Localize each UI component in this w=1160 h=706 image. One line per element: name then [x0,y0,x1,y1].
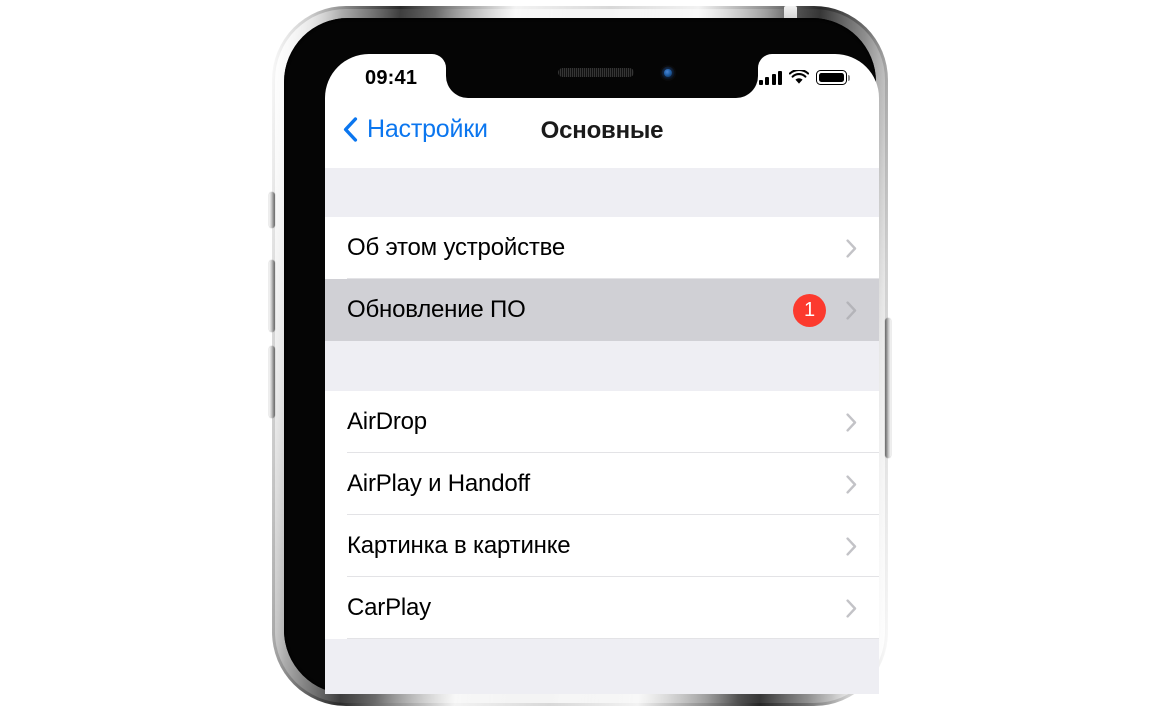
settings-list: Об этом устройстве Обновление ПО 1 AirDr… [325,168,879,694]
chevron-right-icon [846,598,857,618]
row-picture-in-picture[interactable]: Картинка в картинке [325,515,879,577]
battery-icon [816,70,850,85]
display-notch [446,54,758,98]
row-about-device[interactable]: Об этом устройстве [325,217,879,279]
row-accessories [846,238,857,258]
status-bar-indicators [758,70,850,85]
mute-switch[interactable] [269,192,275,228]
row-accessories [846,412,857,432]
chevron-right-icon [846,238,857,258]
row-carplay[interactable]: CarPlay [325,577,879,639]
volume-down-button[interactable] [269,346,275,418]
row-label: CarPlay [347,594,431,621]
row-accessories [846,536,857,556]
wifi-icon [789,70,809,84]
device-screen: 09:41 Настройки Основные Об этом устройс… [325,54,879,694]
screenshot-canvas: 09:41 Настройки Основные Об этом устройс… [0,0,1160,706]
row-label: AirDrop [347,408,427,435]
row-airplay-handoff[interactable]: AirPlay и Handoff [325,453,879,515]
notch-corner-left [432,54,446,68]
row-accessories: 1 [793,293,857,327]
device-bezel: 09:41 Настройки Основные Об этом устройс… [284,18,879,694]
iphone-device: 09:41 Настройки Основные Об этом устройс… [269,6,891,706]
page-title: Основные [540,117,664,144]
chevron-right-icon [846,536,857,556]
row-label: Об этом устройстве [347,234,566,261]
row-software-update[interactable]: Обновление ПО 1 [325,279,879,341]
signal-bars-icon [758,70,782,85]
chevron-right-icon [846,412,857,432]
front-camera-icon [660,65,676,81]
side-power-button[interactable] [885,318,891,458]
device-group: Об этом устройстве Обновление ПО 1 [325,217,879,341]
row-airdrop[interactable]: AirDrop [325,391,879,453]
notch-corner-right [758,54,772,68]
row-accessories [846,598,857,618]
row-label: AirPlay и Handoff [347,470,530,497]
volume-up-button[interactable] [269,260,275,332]
group-gap-top [325,168,879,217]
row-label: Обновление ПО [347,296,526,323]
group-gap-middle [325,341,879,391]
chevron-right-icon [846,474,857,494]
status-bar-time: 09:41 [365,67,418,89]
navigation-bar: Настройки Основные [325,102,879,168]
row-separator [347,638,879,639]
row-accessories [846,474,857,494]
chevron-right-icon [846,300,857,320]
connectivity-group: AirDrop AirPlay и Handoff Картинка в кар… [325,391,879,639]
earpiece-speaker-icon [558,68,634,77]
notification-badge: 1 [793,293,826,327]
row-label: Картинка в картинке [347,532,571,559]
